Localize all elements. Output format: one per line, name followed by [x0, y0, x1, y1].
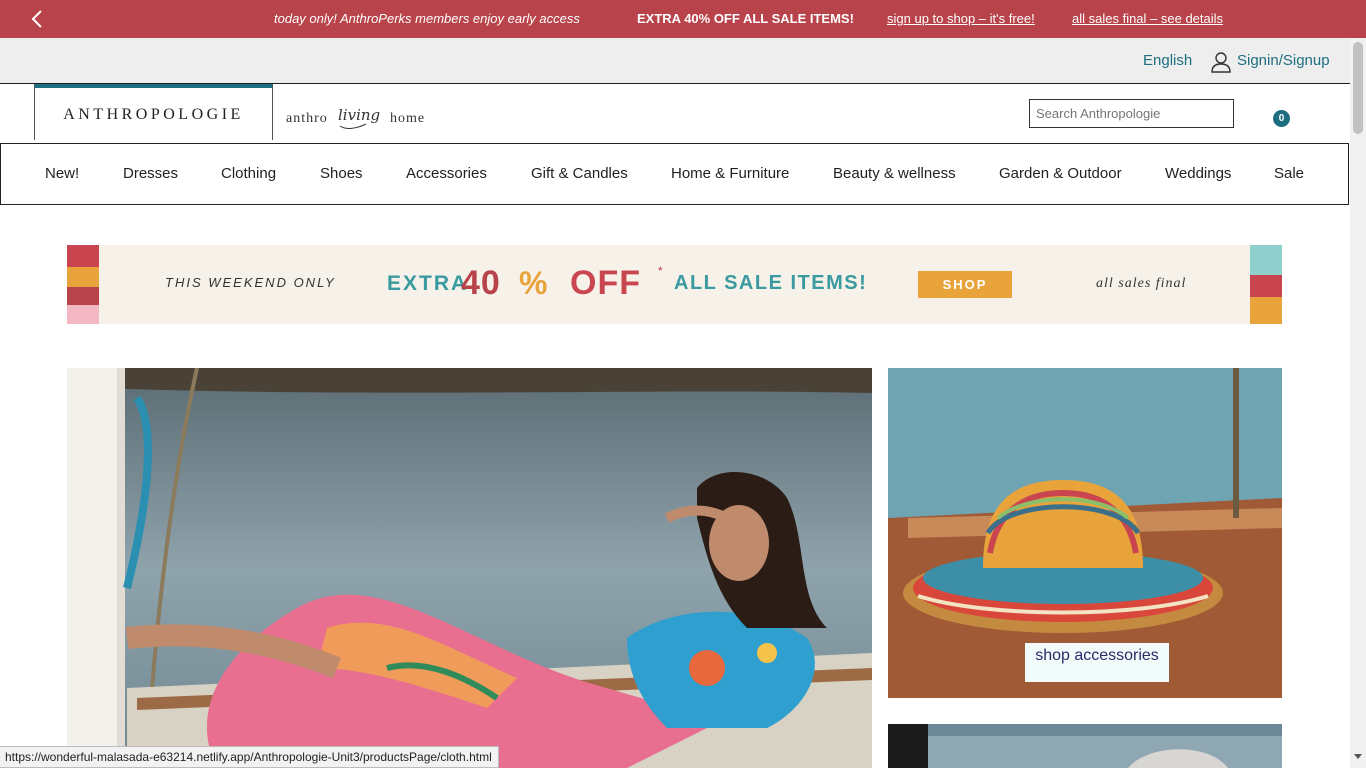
banner-percent-text: % — [519, 265, 548, 301]
nav-item-home-furniture[interactable]: Home & Furniture — [671, 165, 789, 182]
nav-item-gift-candles[interactable]: Gift & Candles — [531, 165, 628, 182]
nav-item-accessories[interactable]: Accessories — [406, 165, 487, 182]
sales-final-link[interactable]: all sales final – see details — [1072, 11, 1223, 26]
banner-off-text: OFF — [570, 264, 641, 302]
anthropologie-logo[interactable]: ANTHROPOLOGIE — [34, 84, 273, 140]
banner-pattern-right — [1250, 245, 1282, 324]
main-nav: New! Dresses Clothing Shoes Accessories … — [0, 143, 1349, 205]
banner-all-sale-text: ALL SALE ITEMS! — [674, 272, 868, 294]
banner-final-text: all sales final — [1096, 276, 1187, 291]
search-input[interactable] — [1029, 99, 1234, 128]
promo-message: today only! AnthroPerks members enjoy ea… — [274, 11, 580, 26]
banner-shop-button[interactable]: SHOP — [918, 271, 1012, 298]
svg-text:home: home — [390, 111, 425, 126]
banner-asterisk: * — [658, 264, 663, 278]
header: ANTHROPOLOGIE anthro living home 0 — [0, 84, 1350, 143]
nav-item-beauty-wellness[interactable]: Beauty & wellness — [833, 165, 956, 182]
secondary-promo-image[interactable] — [888, 724, 1282, 768]
link-status-bar: https://wonderful-malasada-e63214.netlif… — [0, 746, 499, 768]
utility-bar: English Signin/Signup — [0, 38, 1350, 84]
anthro-living-home-logo[interactable]: anthro living home — [286, 102, 436, 132]
banner-weekend-text: THIS WEEKEND ONLY — [165, 275, 336, 290]
nav-item-clothing[interactable]: Clothing — [221, 165, 276, 182]
page: today only! AnthroPerks members enjoy ea… — [0, 0, 1366, 768]
nav-item-sale[interactable]: Sale — [1274, 165, 1304, 182]
scrollbar-thumb[interactable] — [1353, 42, 1363, 134]
svg-text:anthro: anthro — [286, 111, 328, 126]
sale-banner[interactable]: THIS WEEKEND ONLY EXTRA 40 % OFF * ALL S… — [67, 245, 1282, 324]
page-scrollbar[interactable] — [1350, 38, 1366, 768]
promo-bar: today only! AnthroPerks members enjoy ea… — [0, 0, 1366, 38]
nav-item-new[interactable]: New! — [45, 165, 79, 182]
language-link[interactable]: English — [1143, 52, 1192, 69]
chevron-left-icon[interactable] — [28, 9, 48, 29]
nav-item-weddings[interactable]: Weddings — [1165, 165, 1231, 182]
shop-accessories-button[interactable]: shop accessories — [1025, 643, 1169, 682]
cart-count-badge[interactable]: 0 — [1273, 110, 1290, 127]
banner-pattern-left — [67, 245, 99, 324]
signin-link[interactable]: Signin/Signup — [1237, 52, 1330, 69]
user-icon[interactable] — [1210, 51, 1232, 73]
banner-forty-text: 40 — [461, 264, 501, 302]
scroll-down-arrow-icon[interactable] — [1354, 754, 1362, 759]
nav-item-garden-outdoor[interactable]: Garden & Outdoor — [999, 165, 1122, 182]
signup-link[interactable]: sign up to shop – it's free! — [887, 11, 1035, 26]
nav-item-dresses[interactable]: Dresses — [123, 165, 178, 182]
svg-text:living: living — [338, 106, 380, 124]
hero-image[interactable] — [67, 368, 872, 768]
banner-extra-text: EXTRA — [387, 272, 469, 295]
promo-headline: EXTRA 40% OFF ALL SALE ITEMS! — [637, 11, 854, 26]
nav-item-shoes[interactable]: Shoes — [320, 165, 363, 182]
brand-name: ANTHROPOLOGIE — [63, 106, 244, 123]
